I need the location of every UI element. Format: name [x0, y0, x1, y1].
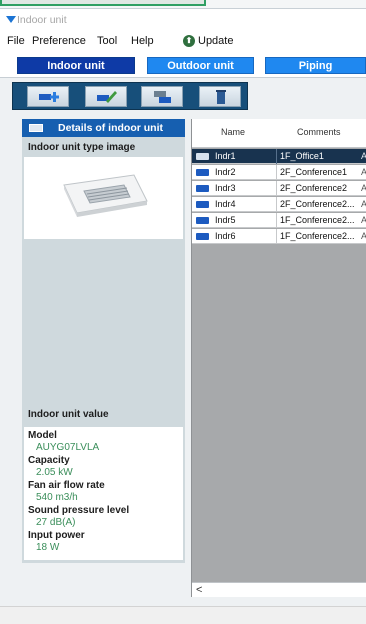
window-title: Indoor unit: [17, 14, 67, 26]
indoor-unit-icon: [196, 153, 209, 160]
field-value: 27 dB(A): [36, 517, 76, 528]
cell-truncated: A: [361, 167, 366, 177]
field-value: 2.05 kW: [36, 467, 73, 478]
title-bar: Indoor unit: [0, 8, 366, 32]
cell-name: Indr1: [215, 151, 236, 161]
cassette-unit-illustration: [63, 174, 148, 217]
indoor-unit-icon: [196, 201, 209, 208]
details-header: Details of indoor unit: [22, 119, 185, 137]
menu-tool[interactable]: Tool: [97, 35, 117, 47]
details-title: Details of indoor unit: [58, 122, 163, 134]
table-row[interactable]: Indr2 2F_Conference1 A: [192, 165, 366, 180]
indoor-unit-icon: [196, 185, 209, 192]
field-fan-air-flow: Fan air flow rate 540 m3/h: [28, 480, 105, 504]
cell-comments: 2F_Conference1: [280, 167, 348, 177]
indoor-unit-image: [24, 157, 183, 239]
indoor-unit-icon: [196, 217, 209, 224]
cell-comments: 2F_Conference2: [280, 183, 348, 193]
cell-name: Indr4: [215, 199, 236, 209]
cell-truncated: A: [361, 215, 366, 225]
delete-icon: [216, 90, 226, 104]
indoor-unit-icon: [196, 233, 209, 240]
field-sound-pressure: Sound pressure level 27 dB(A): [28, 505, 129, 529]
cell-name: Indr6: [215, 231, 236, 241]
cell-divider: [276, 213, 277, 228]
update-icon: ⬆: [183, 35, 195, 47]
cell-name: Indr3: [215, 183, 236, 193]
field-model: Model AUYG07LVLA: [28, 430, 99, 454]
cell-divider: [276, 181, 277, 196]
cell-name: Indr5: [215, 215, 236, 225]
unit-values: Model AUYG07LVLA Capacity 2.05 kW Fan ai…: [24, 427, 183, 560]
tab-piping[interactable]: Piping: [265, 57, 366, 74]
table-header: Name Comments: [192, 119, 366, 148]
table-row[interactable]: Indr5 1F_Conference2... A: [192, 213, 366, 228]
field-label: Capacity: [28, 455, 70, 466]
field-capacity: Capacity 2.05 kW: [28, 455, 73, 479]
toolbar: [12, 82, 248, 110]
horizontal-scrollbar[interactable]: <: [192, 582, 366, 597]
cell-comments: 1F_Conference2...: [280, 231, 355, 241]
cell-comments: 1F_Conference2...: [280, 215, 355, 225]
delete-button[interactable]: [199, 86, 241, 107]
menu-file[interactable]: File: [7, 35, 25, 47]
table-row[interactable]: Indr4 2F_Conference2... A: [192, 197, 366, 212]
field-label: Input power: [28, 530, 85, 541]
copy-unit-icon: [154, 91, 171, 103]
cell-divider: [276, 149, 277, 164]
app-icon: [6, 16, 16, 23]
cell-divider: [276, 229, 277, 244]
details-panel: Details of indoor unit Indoor unit type …: [22, 119, 185, 563]
copy-unit-button[interactable]: [141, 86, 183, 107]
top-strip: [0, 0, 366, 8]
main-tabs: Indoor unit Outdoor unit Piping: [0, 52, 366, 78]
edit-unit-button[interactable]: [85, 86, 127, 107]
cell-truncated: A: [361, 199, 366, 209]
unit-value-label: Indoor unit value: [28, 409, 109, 420]
cell-comments: 1F_Office1: [280, 151, 324, 161]
cell-divider: [276, 165, 277, 180]
cell-comments: 2F_Conference2...: [280, 199, 355, 209]
field-value: 18 W: [36, 542, 60, 553]
add-unit-icon: [39, 92, 59, 102]
tab-indoor-unit[interactable]: Indoor unit: [17, 57, 135, 74]
background-window-fragment: [0, 0, 206, 6]
menu-help[interactable]: Help: [131, 35, 154, 47]
cell-divider: [276, 197, 277, 212]
cell-truncated: A: [361, 151, 366, 161]
field-input-power: Input power 18 W: [28, 530, 85, 554]
menu-preference[interactable]: Preference: [32, 35, 86, 47]
status-bar: [0, 606, 366, 624]
field-value: 540 m3/h: [36, 492, 78, 503]
indoor-unit-icon: [29, 124, 43, 132]
cell-name: Indr2: [215, 167, 236, 177]
edit-unit-icon: [97, 91, 117, 103]
tab-outdoor-unit[interactable]: Outdoor unit: [147, 57, 254, 74]
table-row[interactable]: Indr3 2F_Conference2 A: [192, 181, 366, 196]
column-header-comments[interactable]: Comments: [297, 127, 341, 137]
table-row[interactable]: Indr1 1F_Office1 A: [192, 149, 366, 164]
field-label: Model: [28, 430, 57, 441]
column-header-name[interactable]: Name: [221, 127, 245, 137]
field-value: AUYG07LVLA: [36, 442, 100, 453]
cell-truncated: A: [361, 231, 366, 241]
field-label: Sound pressure level: [28, 505, 130, 516]
indoor-unit-icon: [196, 169, 209, 176]
add-unit-button[interactable]: [27, 86, 69, 107]
menu-update[interactable]: Update: [198, 35, 233, 47]
cell-truncated: A: [361, 183, 366, 193]
field-label: Fan air flow rate: [28, 480, 105, 491]
scroll-left-button[interactable]: <: [196, 584, 202, 596]
type-image-label: Indoor unit type image: [28, 142, 136, 153]
table-row[interactable]: Indr6 1F_Conference2... A: [192, 229, 366, 244]
indoor-unit-table: Name Comments Indr1 1F_Office1 A Indr2 2…: [191, 119, 366, 597]
